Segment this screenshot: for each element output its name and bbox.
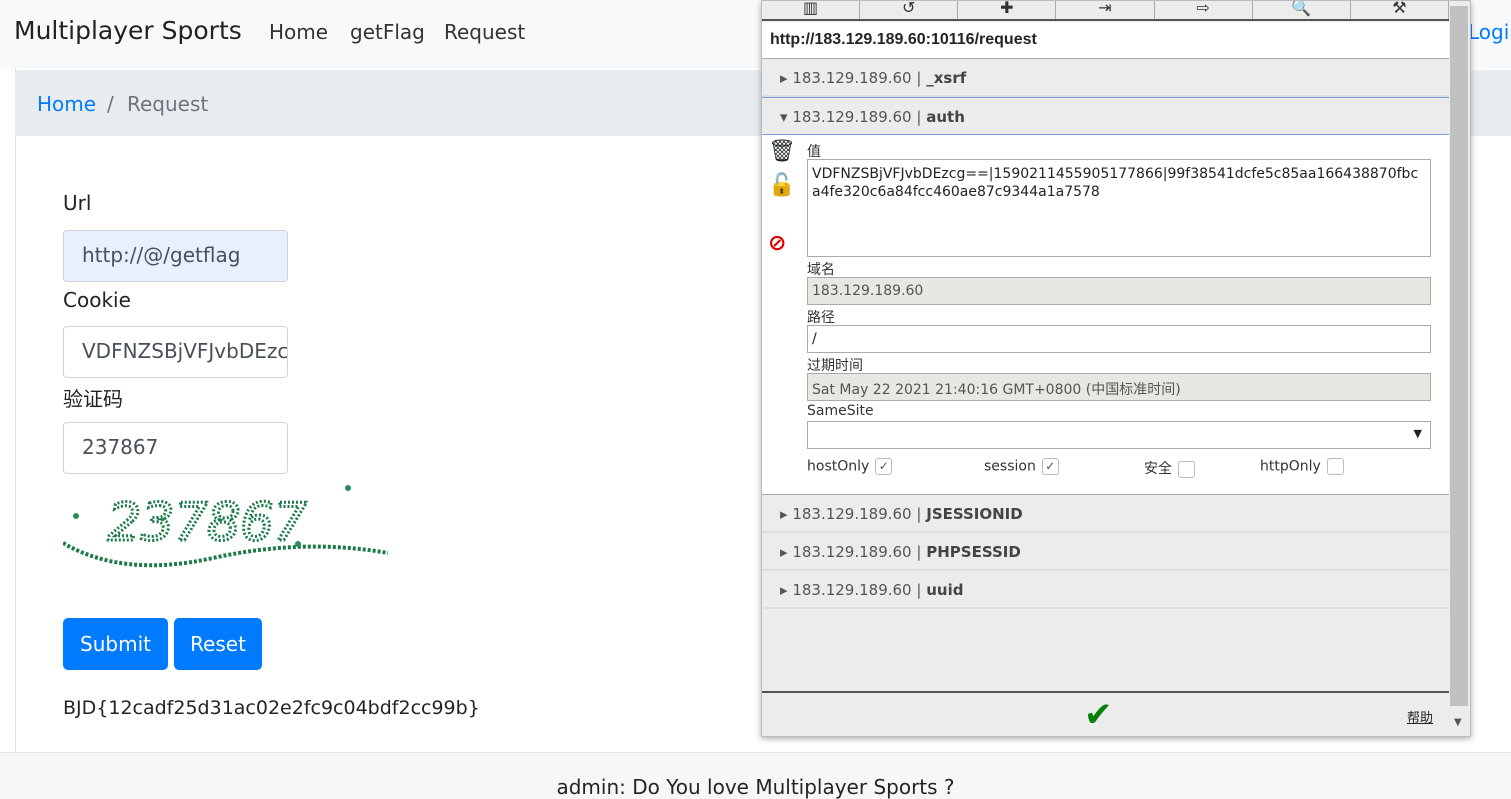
checkbox-box (1326, 458, 1344, 475)
value-textarea[interactable]: VDFNZSBjVFJvbDEzcg==|1590211455905177866… (807, 159, 1431, 257)
checkmark-icon: ✓ (1041, 458, 1059, 475)
hostonly-checkbox[interactable]: hostOnly ✓ (807, 458, 893, 475)
cookie-editor-popup: ▥ ↺ ✚ ⇥ ⇨ 🔍 ⚒ http://183.129.189.60:1011… (761, 0, 1471, 737)
flag-text: BJD{12cadf25d31ac02e2fc9c04bdf2cc99b} (63, 697, 480, 719)
nav-request[interactable]: Request (444, 20, 525, 44)
hostonly-label: hostOnly (807, 458, 870, 475)
cookie-row-xsrf[interactable]: ▸ 183.129.189.60 | _xsrf (762, 59, 1449, 97)
cookie-name: uuid (926, 581, 964, 599)
domain-field: 183.129.189.60 (807, 277, 1431, 305)
cookie-name: JSESSIONID (926, 505, 1023, 523)
cookie-row-auth[interactable]: ▾ 183.129.189.60 | auth (762, 97, 1449, 135)
undo-icon[interactable]: ↺ (860, 1, 959, 19)
export-icon[interactable]: ⇨ (1155, 1, 1253, 19)
captcha-input[interactable]: 237867 (63, 422, 288, 474)
samesite-select[interactable]: ▼ (807, 421, 1431, 449)
session-label: session (984, 458, 1036, 475)
current-url: http://183.129.189.60:10116/request (762, 22, 1449, 59)
secure-checkbox[interactable]: 安全 (1144, 458, 1195, 478)
unlock-icon[interactable]: 🔓 (768, 173, 795, 198)
breadcrumb-current: Request (127, 92, 209, 116)
tools-icon[interactable]: ⚒ (1351, 1, 1449, 19)
checkbox-box (1178, 460, 1195, 478)
captcha-image[interactable]: 237867 (63, 478, 393, 578)
nav-login[interactable]: Login (1468, 20, 1511, 44)
dropdown-arrow-icon: ▼ (1413, 427, 1422, 440)
cookie-toolbar: ▥ ↺ ✚ ⇥ ⇨ 🔍 ⚒ (762, 1, 1449, 21)
url-input[interactable]: http://@/getflag (63, 230, 288, 282)
httponly-label: httpOnly (1260, 458, 1321, 475)
nav-getflag[interactable]: getFlag (350, 20, 425, 44)
cookie-sep: | (916, 505, 922, 523)
cookie-sep: | (916, 581, 922, 599)
delete-cookie-icon[interactable]: 🗑 (768, 139, 796, 164)
cookie-sep: | (916, 108, 922, 126)
brand[interactable]: Multiplayer Sports (14, 16, 242, 45)
domain-label: 域名 (807, 262, 835, 278)
secure-label: 安全 (1144, 461, 1172, 477)
cookie-domain: 183.129.189.60 (792, 581, 912, 599)
popup-footer: ✔ 帮助 (762, 691, 1449, 737)
cookie-domain: 183.129.189.60 (792, 69, 912, 87)
scrollbar[interactable] (1450, 6, 1468, 706)
session-checkbox[interactable]: session ✓ (984, 458, 1059, 475)
path-field[interactable]: / (807, 325, 1431, 353)
block-icon[interactable]: ⊘ (768, 231, 786, 256)
cookie-domain: 183.129.189.60 (792, 505, 912, 523)
breadcrumb-separator: / (107, 92, 114, 116)
help-link[interactable]: 帮助 (1407, 707, 1433, 726)
search-icon[interactable]: 🔍 (1253, 1, 1351, 19)
submit-button[interactable]: Submit (63, 618, 168, 670)
import-icon[interactable]: ⇥ (1056, 1, 1155, 19)
cookie-name: PHPSESSID (926, 543, 1021, 561)
cookie-sep: | (916, 69, 922, 87)
cookie-row-phpsessid[interactable]: ▸ 183.129.189.60 | PHPSESSID (762, 533, 1449, 571)
cookie-row-uuid[interactable]: ▸ 183.129.189.60 | uuid (762, 571, 1449, 609)
save-checkmark-icon[interactable]: ✔ (1084, 695, 1113, 735)
footer: admin: Do You love Multiplayer Sports ? (0, 752, 1511, 799)
cookie-sep: | (916, 543, 922, 561)
checkmark-icon: ✓ (875, 458, 893, 475)
expires-label: 过期时间 (807, 358, 863, 374)
nav-home[interactable]: Home (269, 20, 328, 44)
cookie-name: _xsrf (926, 69, 967, 87)
value-label: 值 (807, 144, 821, 160)
cookie-detail: 🗑 🔓 ⊘ 值 VDFNZSBjVFJvbDEzcg==|15902114559… (762, 135, 1449, 495)
reset-button[interactable]: Reset (174, 618, 262, 670)
samesite-label: SameSite (807, 403, 874, 419)
url-label: Url (63, 191, 92, 215)
cookie-name: auth (926, 108, 965, 126)
breadcrumb-home[interactable]: Home (37, 92, 96, 116)
captcha-label: 验证码 (63, 387, 123, 411)
add-icon[interactable]: ✚ (958, 1, 1057, 19)
scroll-down-icon[interactable]: ▼ (1454, 717, 1462, 728)
expires-field: Sat May 22 2021 21:40:16 GMT+0800 (中国标准时… (807, 373, 1431, 401)
cookie-label: Cookie (63, 288, 131, 312)
path-label: 路径 (807, 310, 835, 326)
trash-icon[interactable]: ▥ (762, 1, 861, 19)
cookie-input[interactable]: VDFNZSBjVFJvbDEzcg== (63, 326, 288, 378)
cookie-domain: 183.129.189.60 (792, 543, 912, 561)
cookie-domain: 183.129.189.60 (792, 108, 912, 126)
httponly-checkbox[interactable]: httpOnly (1260, 458, 1344, 475)
cookie-row-jsessionid[interactable]: ▸ 183.129.189.60 | JSESSIONID (762, 495, 1449, 533)
captcha-text: 237867 (108, 493, 307, 553)
